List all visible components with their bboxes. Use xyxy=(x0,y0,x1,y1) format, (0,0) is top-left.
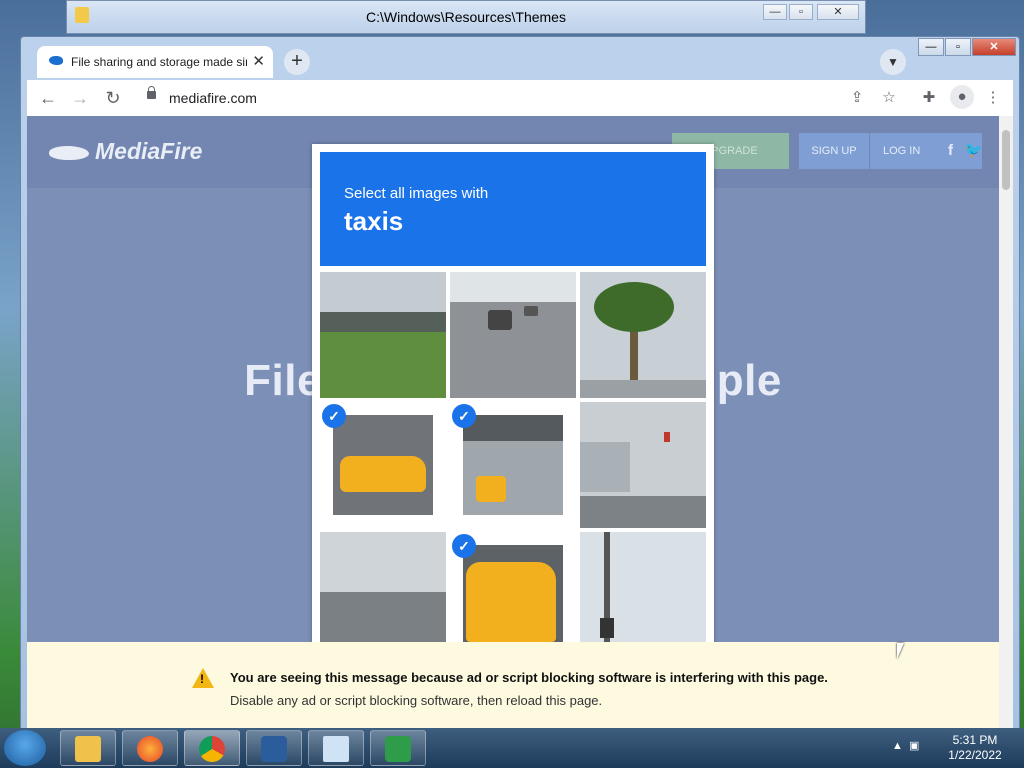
signup-button[interactable]: SIGN UP xyxy=(799,133,869,169)
captcha-tile-4[interactable]: ✓ xyxy=(320,402,446,528)
browser-close-button[interactable]: ✕ xyxy=(972,38,1016,56)
notepad-icon xyxy=(323,736,349,762)
taskbar-notepad[interactable] xyxy=(308,730,364,766)
taskbar: ▲ ▣ 5:31 PM 1/22/2022 xyxy=(0,728,1024,768)
mouse-cursor-icon xyxy=(897,643,904,659)
mediafire-favicon-icon xyxy=(49,56,63,65)
captcha-instruction: Select all images with xyxy=(344,185,489,202)
tab-search-button[interactable]: ▼ xyxy=(880,49,906,75)
download-manager-icon xyxy=(385,736,411,762)
selected-check-icon: ✓ xyxy=(452,534,476,558)
captcha-tile-2[interactable] xyxy=(450,272,576,398)
logo-text: MediaFire xyxy=(95,138,203,164)
captcha-tile-9[interactable] xyxy=(580,532,706,644)
mediafire-logo[interactable]: MediaFire xyxy=(49,138,202,165)
captcha-target: taxis xyxy=(344,206,404,236)
profile-avatar-icon[interactable]: ● xyxy=(950,85,974,109)
explorer-window: C:\Windows\Resources\Themes — ▫ ✕ xyxy=(66,0,866,34)
notice-instruction: Disable any ad or script blocking softwa… xyxy=(230,693,603,708)
captcha-tile-3[interactable] xyxy=(580,272,706,398)
browser-toolbar: ← → ↻ mediafire.com ⇪ ☆ ✚ ● ⋮ xyxy=(27,80,1013,117)
menu-kebab-icon[interactable]: ⋮ xyxy=(983,88,1003,106)
virtualbox-icon xyxy=(261,736,287,762)
captcha-header: Select all images with taxis xyxy=(320,152,706,266)
folder-icon xyxy=(75,736,101,762)
firefox-icon xyxy=(137,736,163,762)
warning-icon: ! xyxy=(192,668,214,688)
chrome-icon xyxy=(199,736,225,762)
page-scrollbar[interactable] xyxy=(999,116,1013,728)
minimize-button[interactable]: — xyxy=(763,4,787,20)
login-label: LOG IN xyxy=(883,145,921,157)
clock[interactable]: 5:31 PM 1/22/2022 xyxy=(940,733,1010,763)
reload-icon[interactable]: ↻ xyxy=(102,88,124,109)
taskbar-explorer[interactable] xyxy=(60,730,116,766)
share-icon[interactable]: ⇪ xyxy=(847,88,867,106)
back-arrow-icon[interactable]: ← xyxy=(37,88,59,109)
start-button[interactable] xyxy=(4,730,46,766)
adblock-notice-bar: ! You are seeing this message because ad… xyxy=(27,642,999,728)
tab-mediafire[interactable]: File sharing and storage made simple ✕ xyxy=(37,46,273,78)
taskbar-idm[interactable] xyxy=(370,730,426,766)
browser-minimize-button[interactable]: — xyxy=(918,38,944,56)
notice-message: You are seeing this message because ad o… xyxy=(230,670,828,685)
twitter-icon[interactable]: 🐦 xyxy=(964,133,983,169)
tab-title: File sharing and storage made simple xyxy=(71,55,247,69)
clock-time: 5:31 PM xyxy=(952,733,998,747)
close-button[interactable]: ✕ xyxy=(817,4,859,20)
flame-logo-icon xyxy=(49,145,89,160)
captcha-tile-7[interactable] xyxy=(320,532,446,644)
captcha-dialog: Select all images with taxis ✓ ✓ ✓ xyxy=(312,144,714,644)
lock-icon xyxy=(147,86,156,99)
taskbar-firefox[interactable] xyxy=(122,730,178,766)
login-button[interactable]: LOG IN f 🐦 xyxy=(870,133,983,169)
url-text: mediafire.com xyxy=(169,90,257,106)
selected-check-icon: ✓ xyxy=(452,404,476,428)
bookmark-star-icon[interactable]: ☆ xyxy=(879,88,899,106)
facebook-icon[interactable]: f xyxy=(948,133,953,169)
tab-close-icon[interactable]: ✕ xyxy=(252,52,265,70)
forward-arrow-icon[interactable]: → xyxy=(69,88,91,109)
tray-expand-icon[interactable]: ▲ ▣ xyxy=(892,739,919,752)
selected-check-icon: ✓ xyxy=(322,404,346,428)
maximize-button[interactable]: ▫ xyxy=(789,4,813,20)
address-bar[interactable]: mediafire.com xyxy=(137,84,937,112)
browser-maximize-button[interactable]: ▫ xyxy=(945,38,971,56)
taskbar-chrome[interactable] xyxy=(184,730,240,766)
extensions-puzzle-icon[interactable]: ✚ xyxy=(919,88,939,106)
scrollbar-thumb[interactable] xyxy=(1002,130,1010,190)
taskbar-virtualbox[interactable] xyxy=(246,730,302,766)
clock-date: 1/22/2022 xyxy=(948,748,1002,762)
new-tab-button[interactable]: + xyxy=(284,49,310,75)
captcha-tile-1[interactable] xyxy=(320,272,446,398)
explorer-title: C:\Windows\Resources\Themes xyxy=(366,9,566,25)
captcha-tile-5[interactable]: ✓ xyxy=(450,402,576,528)
captcha-tile-8[interactable]: ✓ xyxy=(450,532,576,644)
captcha-tile-6[interactable] xyxy=(580,402,706,528)
